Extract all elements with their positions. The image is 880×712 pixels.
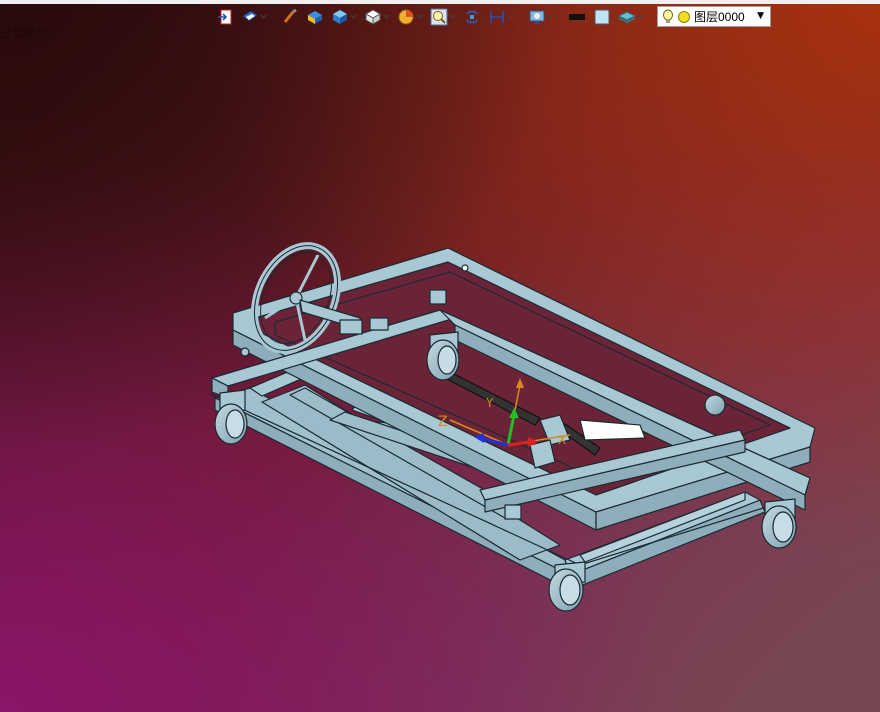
shaded-box-icon — [308, 11, 322, 24]
white-cube-icon — [364, 9, 382, 25]
blue-cube-icon — [333, 10, 347, 24]
chevron-down-icon — [416, 6, 423, 28]
view-orientation-button[interactable] — [239, 6, 269, 28]
pie-button[interactable] — [395, 6, 425, 28]
view-orientation-icon — [242, 10, 258, 22]
measure-icon — [490, 11, 504, 23]
3d-viewport[interactable]: 过当提示。 Z X Y 图层0000 ▼ — [0, 0, 880, 712]
refresh-icon — [466, 10, 478, 24]
pie-icon — [398, 9, 414, 25]
exit-button[interactable] — [214, 6, 236, 28]
wheel-hidden-right — [704, 394, 726, 416]
wheel-front-right — [548, 561, 586, 612]
dropdown-arrow-icon[interactable]: ▼ — [757, 11, 764, 21]
blue-cube-button[interactable] — [329, 6, 359, 28]
chevron-down-icon — [350, 6, 357, 28]
axis-z-label: Z — [438, 414, 448, 430]
white-cube-button[interactable] — [362, 6, 392, 28]
chevron-down-icon — [637, 6, 644, 28]
monitor-icon — [529, 10, 545, 24]
layer-dropdown[interactable]: 图层0000 ▼ — [657, 6, 771, 27]
fill-color-button[interactable] — [591, 6, 613, 28]
line-color-button[interactable] — [566, 6, 588, 28]
cart-model[interactable]: Z X Y — [0, 0, 880, 712]
chevron-down-icon — [449, 6, 456, 28]
zoom-icon — [430, 8, 448, 26]
monitor-button[interactable] — [526, 6, 556, 28]
lightbulb-icon[interactable] — [662, 9, 674, 25]
zoom-button[interactable] — [428, 6, 458, 28]
brush-icon — [283, 8, 297, 23]
chevron-down-icon — [547, 6, 554, 28]
axis-y-label: Y — [485, 396, 494, 410]
black-rect-icon — [569, 14, 585, 20]
exit-icon — [218, 9, 232, 25]
axis-x-label: X — [558, 433, 566, 447]
chevron-down-icon — [507, 6, 514, 28]
refresh-button[interactable] — [461, 6, 483, 28]
chevron-down-icon — [383, 6, 390, 28]
toolbar — [214, 6, 646, 28]
layer-name: 图层0000 — [694, 10, 745, 24]
layer-stack-button[interactable] — [616, 6, 646, 28]
measure-button[interactable] — [486, 6, 516, 28]
layer-stack-icon — [618, 11, 636, 23]
shaded-box-button[interactable] — [304, 6, 326, 28]
wheel-front-left — [214, 389, 248, 445]
chevron-down-icon — [260, 6, 267, 28]
light-blue-square-icon — [594, 9, 610, 25]
wheel-back-right — [761, 498, 797, 549]
wheel-back-left — [426, 331, 460, 381]
brush-button[interactable] — [279, 6, 301, 28]
sun-icon[interactable] — [677, 10, 691, 24]
